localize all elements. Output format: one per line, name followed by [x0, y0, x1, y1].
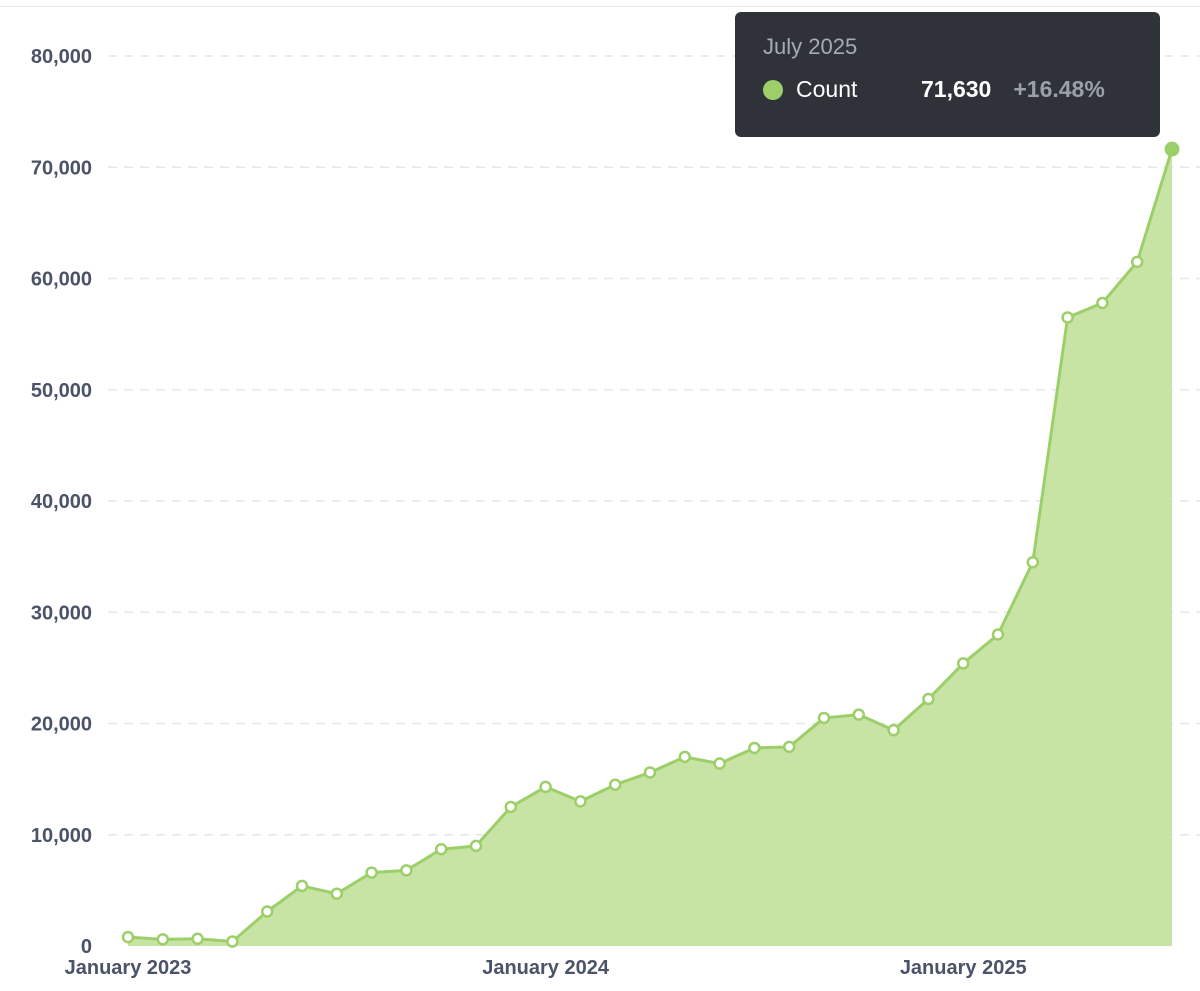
data-point[interactable] — [956, 657, 970, 670]
x-tick-label: January 2024 — [482, 957, 610, 979]
y-axis-ticks: 0 10,000 20,000 30,000 40,000 50,000 60,000 70,… — [31, 46, 92, 958]
data-point[interactable] — [1061, 311, 1074, 324]
data-point[interactable] — [156, 933, 170, 946]
data-point[interactable] — [1096, 296, 1109, 310]
data-point[interactable] — [678, 750, 692, 764]
tooltip-series-name: Count — [796, 76, 858, 102]
data-point[interactable] — [887, 723, 900, 737]
data-point[interactable] — [782, 740, 796, 754]
data-point[interactable] — [748, 741, 761, 755]
data-point[interactable] — [539, 780, 552, 794]
data-point[interactable] — [504, 800, 518, 814]
area-series — [127, 148, 1174, 946]
data-point[interactable] — [574, 795, 587, 808]
tooltip-value: 71,630 — [921, 76, 992, 102]
y-tick-label: 40,000 — [31, 491, 92, 513]
y-tick-label: 50,000 — [31, 380, 92, 402]
x-tick-label: January 2025 — [900, 957, 1027, 979]
y-tick-label: 60,000 — [31, 269, 92, 291]
data-point[interactable] — [643, 766, 657, 779]
data-point[interactable] — [260, 905, 274, 918]
y-tick-label: 20,000 — [31, 714, 92, 736]
data-point[interactable] — [295, 879, 309, 893]
tooltip-title: July 2025 — [763, 34, 858, 59]
data-point[interactable] — [469, 839, 483, 853]
tooltip-change: +16.48% — [1013, 76, 1105, 102]
hover-tooltip: July 2025 Count 71,630 +16.48% — [735, 12, 1160, 137]
data-point[interactable] — [121, 930, 135, 944]
x-axis-ticks: January 2023 January 2024 January 2025 — [65, 957, 1027, 979]
y-tick-label: 80,000 — [31, 46, 92, 68]
y-tick-label: 0 — [81, 936, 92, 958]
y-tick-label: 10,000 — [31, 825, 92, 847]
data-point[interactable] — [191, 932, 204, 946]
y-tick-label: 70,000 — [31, 157, 92, 179]
data-point[interactable] — [922, 692, 935, 706]
data-point[interactable] — [226, 935, 239, 948]
data-point[interactable] — [817, 711, 831, 725]
tooltip-row: Count 71,630 +16.48% — [763, 76, 1132, 103]
data-point-highlighted[interactable] — [1164, 141, 1180, 157]
area-chart: 0 10,000 20,000 30,000 40,000 50,000 60,000 70,… — [31, 46, 1200, 979]
data-point[interactable] — [608, 778, 622, 791]
x-tick-label: January 2023 — [65, 957, 192, 979]
y-tick-label: 30,000 — [31, 602, 92, 624]
data-point[interactable] — [434, 842, 448, 856]
data-point[interactable] — [1130, 255, 1144, 269]
data-point[interactable] — [400, 864, 413, 877]
data-point[interactable] — [852, 708, 866, 721]
data-point[interactable] — [991, 628, 1005, 641]
data-point[interactable] — [713, 757, 726, 770]
data-point[interactable] — [365, 866, 378, 879]
series-color-dot-icon — [763, 79, 783, 100]
area-fill — [128, 149, 1172, 946]
data-point[interactable] — [1026, 555, 1040, 569]
data-point[interactable] — [330, 887, 344, 900]
